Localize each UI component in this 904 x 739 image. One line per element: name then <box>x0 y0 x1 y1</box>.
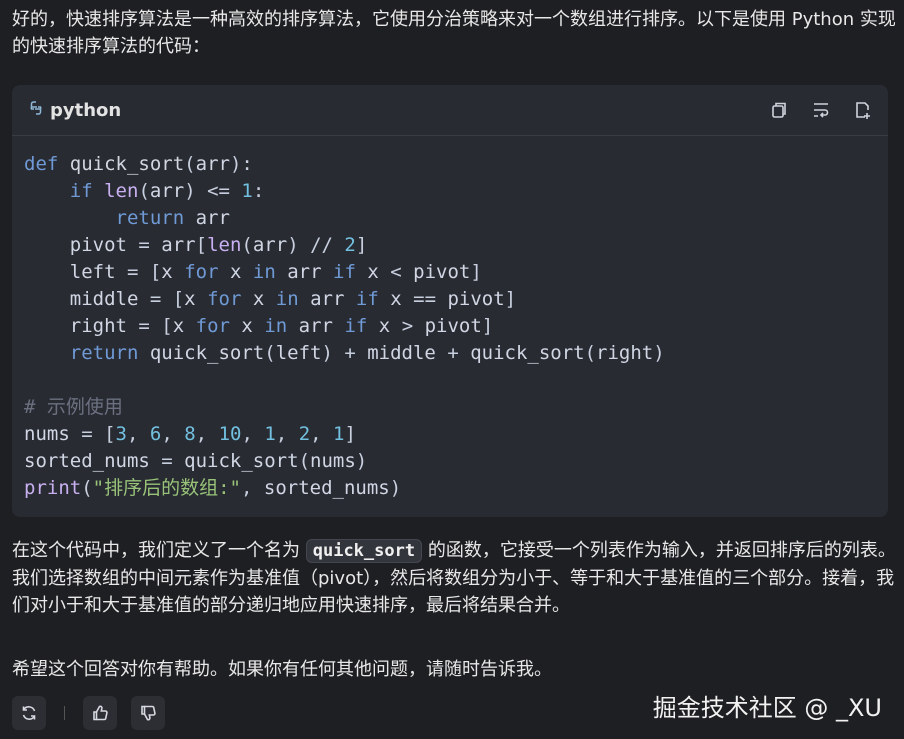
language-label: python <box>28 100 121 121</box>
code-content[interactable]: def quick_sort(arr): if len(arr) <= 1: r… <box>12 136 888 502</box>
code-line: sorted_nums = quick_sort(nums) <box>24 450 368 472</box>
watermark: 掘金技术社区 @ _XU <box>652 694 882 722</box>
closing-text: 希望这个回答对你有帮助。如果你有任何其他问题，请随时告诉我。 <box>12 659 552 680</box>
python-icon <box>28 100 44 121</box>
code-line: nums = [3, 6, 8, 10, 1, 2, 1] <box>24 423 356 445</box>
response-actions <box>12 696 165 730</box>
code-line: def quick_sort(arr): <box>24 153 253 175</box>
insert-icon[interactable] <box>852 99 874 121</box>
code-line: left = [x for x in arr if x < pivot] <box>69 261 482 283</box>
explanation-text: 在这个代码中，我们定义了一个名为 quick_sort 的函数，它接受一个列表作… <box>12 537 896 619</box>
intro-text: 好的，快速排序算法是一种高效的排序算法，它使用分治策略来对一个数组进行排序。以下… <box>12 9 896 57</box>
code-line: if len(arr) <= 1: <box>69 180 265 202</box>
code-line: return quick_sort(left) + middle + quick… <box>69 342 665 364</box>
code-line: return arr <box>115 207 230 229</box>
wrap-icon[interactable] <box>810 99 832 121</box>
inline-code-quick-sort: quick_sort <box>305 539 423 563</box>
language-name: python <box>50 99 122 121</box>
code-toolbar <box>768 99 874 121</box>
code-line: middle = [x for x in arr if x == pivot] <box>69 288 517 310</box>
code-line: print("排序后的数组:", sorted_nums) <box>24 477 402 499</box>
explanation-before: 在这个代码中，我们定义了一个名为 <box>12 540 306 561</box>
copy-icon[interactable] <box>768 99 790 121</box>
code-line: pivot = arr[len(arr) // 2] <box>69 234 368 256</box>
thumbs-up-icon[interactable] <box>83 696 117 730</box>
code-line: # 示例使用 <box>24 396 123 418</box>
code-line: right = [x for x in arr if x > pivot] <box>69 315 494 337</box>
refresh-icon[interactable] <box>12 696 46 730</box>
divider <box>64 706 65 720</box>
thumbs-down-icon[interactable] <box>131 696 165 730</box>
code-block: python def quick_sort(arr): if len(arr) … <box>12 85 888 517</box>
code-block-header: python <box>12 85 888 136</box>
